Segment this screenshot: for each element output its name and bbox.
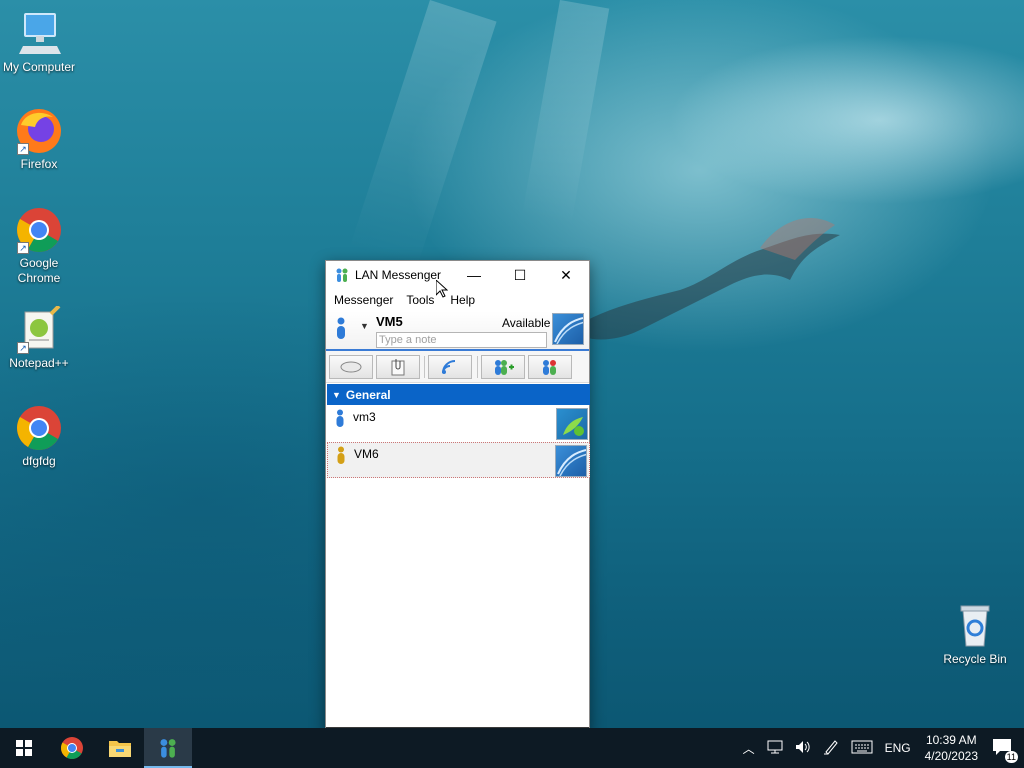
- contacts-settings-button[interactable]: [528, 355, 572, 379]
- lan-messenger-icon: [336, 268, 348, 282]
- contact-avatar: [556, 408, 588, 440]
- toolbar: [326, 351, 589, 383]
- menu-messenger[interactable]: Messenger: [334, 293, 393, 307]
- close-icon: ✕: [560, 266, 572, 283]
- away-status-icon: [337, 446, 345, 464]
- desktop-icon-google-chrome[interactable]: ↗ Google Chrome: [0, 206, 78, 286]
- maximize-button[interactable]: ☐: [497, 261, 543, 289]
- light-ray: [349, 0, 497, 269]
- mermaid-silhouette: [570, 218, 840, 340]
- status-dropdown-arrow-icon[interactable]: ▼: [360, 321, 369, 331]
- note-input[interactable]: Type a note: [376, 332, 547, 348]
- clock-date: 4/20/2023: [924, 749, 978, 763]
- add-contact-icon: [495, 360, 514, 375]
- mouse-cursor-icon: [436, 280, 448, 298]
- contact-avatar: [555, 445, 587, 477]
- network-icon[interactable]: [767, 740, 783, 757]
- minimize-icon: —: [467, 267, 481, 283]
- add-contact-button[interactable]: [481, 355, 525, 379]
- group-header-general[interactable]: ▼ General: [327, 384, 590, 405]
- toolbar-separator: [424, 356, 425, 378]
- broadcast-icon: [442, 360, 456, 374]
- desktop-icon-recycle-bin[interactable]: Recycle Bin: [936, 602, 1014, 667]
- desktop-icon-label: Recycle Bin: [943, 652, 1007, 666]
- notepadpp-icon: ↗: [15, 304, 63, 354]
- touch-keyboard-icon[interactable]: [851, 740, 873, 757]
- chrome-icon: [15, 404, 63, 452]
- contact-item-vm3[interactable]: vm3: [327, 406, 590, 442]
- desktop-icon-label: dfgfdg: [22, 454, 56, 468]
- desktop-icon-label: My Computer: [2, 60, 76, 74]
- expand-arrow-icon[interactable]: ▼: [332, 390, 341, 400]
- maximize-icon: ☐: [513, 266, 527, 283]
- desktop-icon-my-computer[interactable]: My Computer: [0, 10, 78, 75]
- notification-center-button[interactable]: 11: [992, 738, 1018, 763]
- desktop-icon-label: Firefox: [20, 157, 58, 171]
- contact-name: VM6: [354, 447, 379, 461]
- shortcut-arrow-icon: ↗: [17, 242, 29, 254]
- toolbar-separator: [477, 356, 478, 378]
- contact-item-vm6[interactable]: VM6: [327, 442, 590, 478]
- status-text[interactable]: Available: [502, 316, 550, 330]
- desktop-icon-label: Google Chrome: [17, 256, 61, 285]
- taskbar-lan-messenger[interactable]: [144, 728, 192, 768]
- lan-messenger-icon: [160, 739, 176, 758]
- file-transfer-button[interactable]: [376, 355, 420, 379]
- firefox-icon: ↗: [15, 107, 63, 155]
- online-status-icon: [336, 409, 344, 427]
- minimize-button[interactable]: —: [451, 261, 497, 289]
- contacts-settings-icon: [543, 360, 556, 375]
- chat-icon: [340, 361, 362, 373]
- close-button[interactable]: ✕: [543, 261, 589, 289]
- pen-ink-icon[interactable]: [823, 739, 839, 758]
- title-bar[interactable]: LAN Messenger — ☐ ✕: [326, 261, 589, 289]
- notification-count-badge: 11: [1004, 750, 1018, 763]
- user-profile-panel: ▼ VM5 Available Type a note: [326, 311, 589, 351]
- desktop-icon-notepadpp[interactable]: ↗ Notepad++: [0, 304, 78, 371]
- start-icon: [16, 740, 32, 756]
- shortcut-arrow-icon: ↗: [17, 143, 29, 155]
- language-indicator[interactable]: ENG: [885, 741, 911, 755]
- desktop-icon-firefox[interactable]: ↗ Firefox: [0, 107, 78, 172]
- recycle-bin-icon: [951, 602, 999, 650]
- user-avatar[interactable]: [552, 313, 584, 345]
- chat-button[interactable]: [329, 355, 373, 379]
- monitor-icon: [15, 10, 63, 58]
- broadcast-button[interactable]: [428, 355, 472, 379]
- chrome-icon: [61, 737, 83, 759]
- show-hidden-icons-chevron-icon[interactable]: ︿: [743, 740, 755, 757]
- clock-time: 10:39 AM: [925, 733, 977, 747]
- volume-icon[interactable]: [795, 740, 811, 757]
- user-name: VM5: [376, 314, 403, 329]
- contact-name: vm3: [353, 410, 376, 424]
- clock[interactable]: 10:39 AM 4/20/2023: [925, 732, 978, 764]
- taskbar-chrome[interactable]: [48, 728, 96, 768]
- file-explorer-icon: [109, 741, 131, 757]
- status-person-icon[interactable]: [335, 317, 347, 339]
- file-transfer-icon: [391, 359, 405, 376]
- group-name: General: [345, 387, 391, 402]
- taskbar: ︿ ENG 10:39 AM 4/20/2023 11: [0, 728, 1024, 768]
- chrome-icon: ↗: [15, 206, 63, 254]
- lan-messenger-window[interactable]: LAN Messenger — ☐ ✕ Messenger Tools Help…: [325, 260, 590, 734]
- menu-help[interactable]: Help: [450, 293, 475, 307]
- menu-bar: Messenger Tools Help: [326, 289, 589, 311]
- desktop-icon-dfgfdg[interactable]: dfgfdg: [0, 404, 78, 469]
- menu-tools[interactable]: Tools: [406, 293, 434, 307]
- system-tray: ︿ ENG 10:39 AM 4/20/2023 11: [737, 728, 1024, 768]
- desktop-icon-label: Notepad++: [9, 356, 69, 370]
- taskbar-file-explorer[interactable]: [96, 728, 144, 768]
- start-button[interactable]: [0, 728, 48, 768]
- shortcut-arrow-icon: ↗: [17, 342, 29, 354]
